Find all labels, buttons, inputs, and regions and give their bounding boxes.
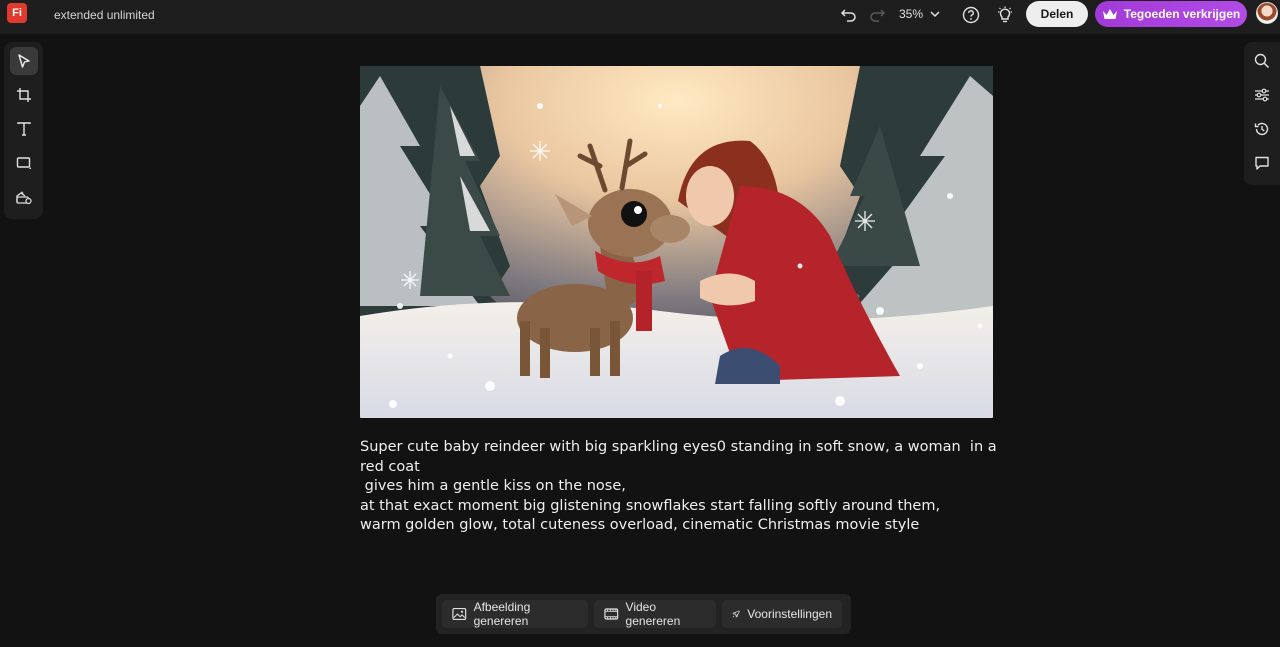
search-button[interactable] [1248,47,1276,75]
get-credits-button[interactable]: Tegoeden verkrijgen [1095,1,1247,27]
zoom-value: 35% [899,7,924,21]
lightbulb-icon[interactable] [994,4,1016,26]
crop-tool[interactable] [10,81,38,109]
generated-image[interactable] [360,66,993,418]
crop-icon [16,88,31,102]
prompt-text[interactable]: Super cute baby reindeer with big sparkl… [360,438,1000,536]
generate-image-button[interactable]: Afbeelding genereren [442,600,588,628]
generate-assets-tool[interactable] [10,183,38,211]
video-icon [604,608,619,620]
generate-video-button[interactable]: Video genereren [594,600,716,628]
text-tool[interactable] [10,115,38,143]
share-button[interactable]: Delen [1026,1,1088,27]
rocket-icon [732,610,740,618]
comments-icon [1255,156,1269,170]
shape-tool[interactable] [10,149,38,177]
presets-label: Voorinstellingen [747,607,832,621]
image-icon [452,607,467,621]
get-credits-label: Tegoeden verkrijgen [1123,7,1241,21]
help-icon[interactable] [960,4,982,26]
search-icon [1254,53,1270,69]
zoom-control[interactable]: 35% [899,7,941,21]
undo-icon[interactable] [838,4,860,26]
chevron-down-icon [930,11,940,18]
shape-icon [16,157,31,169]
comments-button[interactable] [1248,149,1276,177]
bottom-generate-bar: Afbeelding genereren Video genereren Voo… [436,594,851,634]
top-bar: Fi extended unlimited 35% Delen Tegoeden… [0,0,1280,34]
text-icon [16,122,31,136]
history-icon [1254,122,1269,136]
presets-button[interactable]: Voorinstellingen [722,600,842,628]
right-toolbar [1244,42,1280,185]
adjustments-icon [1255,88,1269,102]
generate-video-label: Video genereren [625,600,681,628]
select-tool[interactable] [9,47,38,75]
adjustments-button[interactable] [1248,81,1276,109]
select-icon [17,54,30,68]
redo-icon[interactable] [866,4,888,26]
generate-assets-icon [15,191,32,205]
avatar[interactable] [1256,2,1278,24]
generate-image-label: Afbeelding genereren [473,600,531,628]
left-toolbar [4,42,43,219]
document-title[interactable]: extended unlimited [54,8,155,22]
app-logo[interactable]: Fi [7,3,27,23]
crown-icon [1102,9,1117,19]
history-button[interactable] [1248,115,1276,143]
